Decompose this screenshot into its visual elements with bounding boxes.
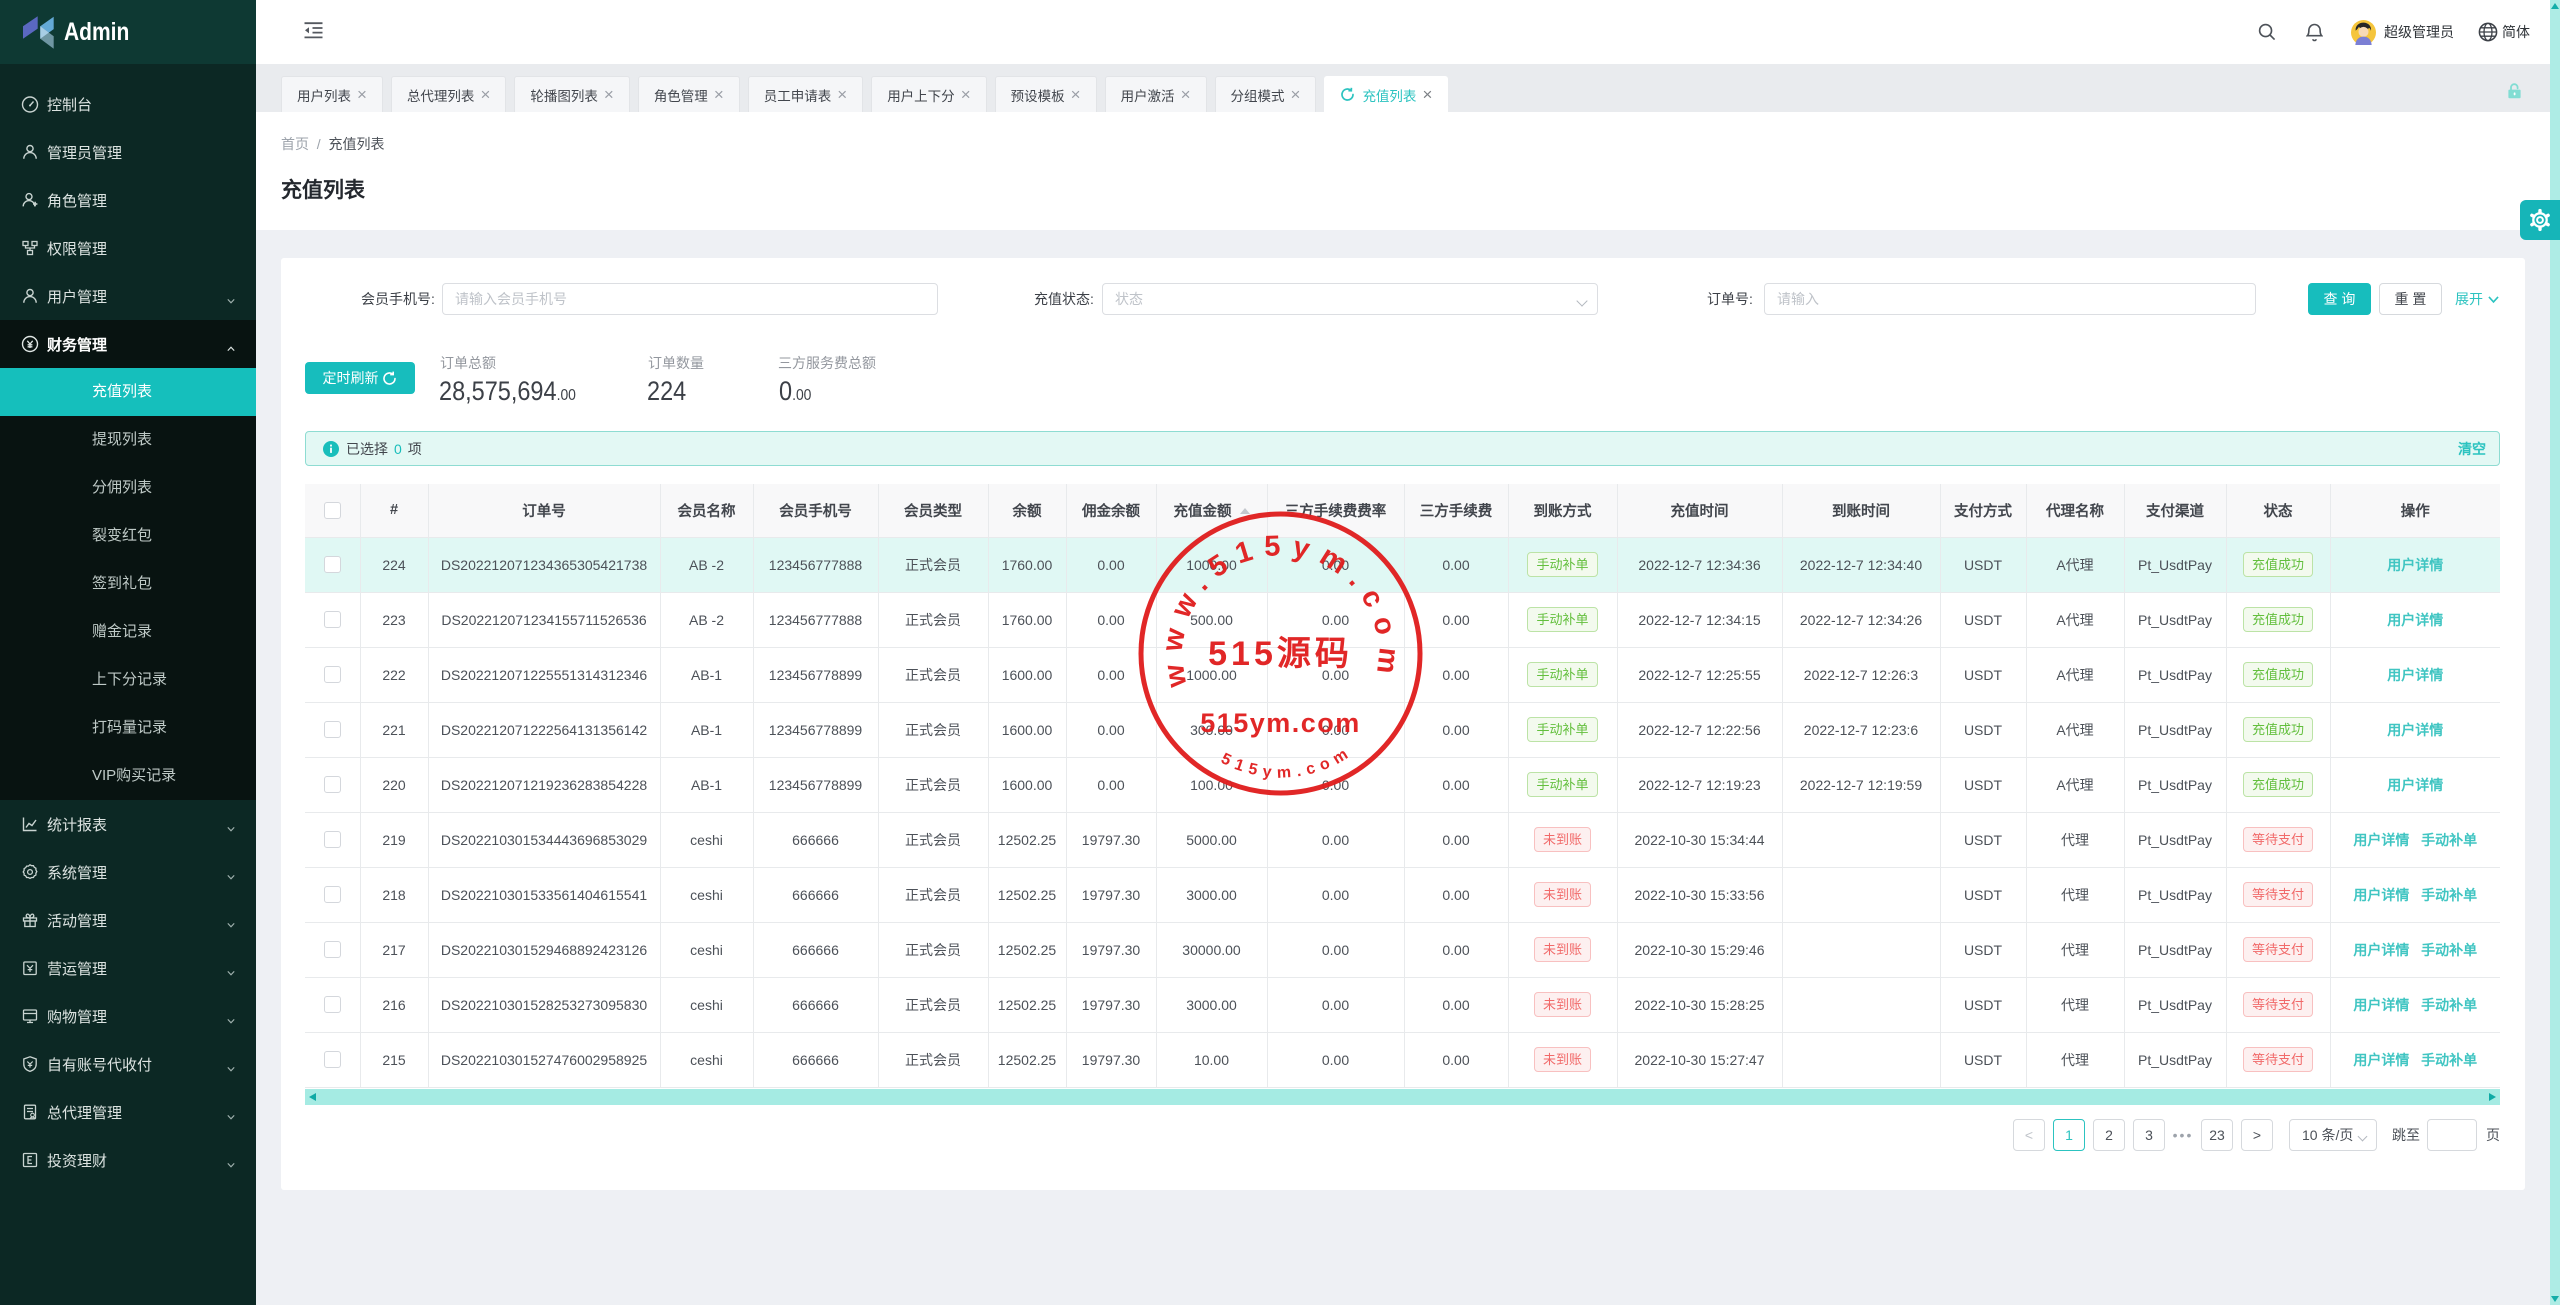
svg-text:515源码: 515源码 <box>1208 635 1353 673</box>
svg-text:515ym.com: 515ym.com <box>1218 743 1356 782</box>
svg-text:515ym.com: 515ym.com <box>1200 708 1361 738</box>
